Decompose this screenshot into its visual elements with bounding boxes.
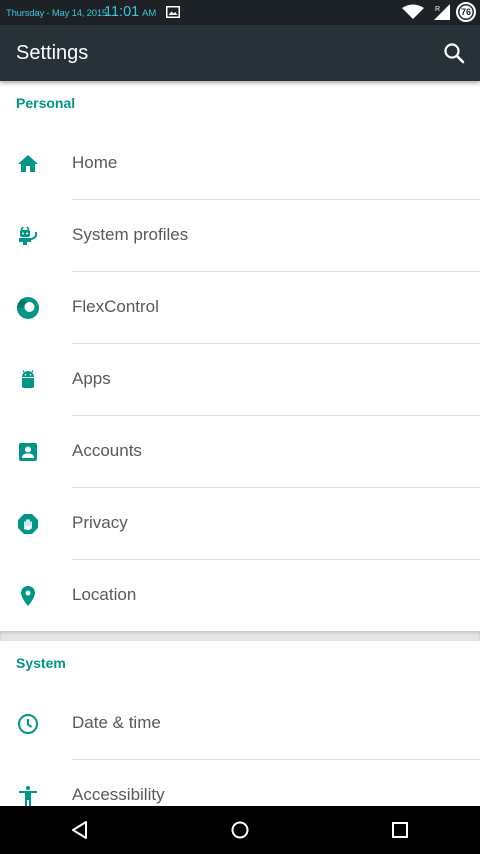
- profiles-icon: [16, 224, 40, 248]
- settings-item-accessibility[interactable]: Accessibility: [0, 760, 480, 806]
- clock-icon: [16, 712, 40, 736]
- settings-item-accounts[interactable]: Accounts: [0, 416, 480, 488]
- settings-item-label: Accounts: [72, 441, 142, 460]
- signal-icon: R: [434, 4, 450, 20]
- status-date: Thursday - May 14, 2015: [6, 8, 108, 19]
- recents-button[interactable]: [388, 818, 412, 842]
- settings-item-location[interactable]: Location: [0, 560, 480, 632]
- settings-item-home[interactable]: Home: [0, 128, 480, 200]
- section-header-system: System: [16, 655, 66, 671]
- home-nav-button[interactable]: [228, 818, 252, 842]
- settings-item-label: Apps: [72, 369, 111, 388]
- android-icon: [16, 368, 40, 392]
- search-icon: [444, 43, 465, 64]
- status-ampm: AM: [142, 8, 157, 19]
- page-title: Settings: [16, 42, 89, 64]
- settings-item-flexcontrol[interactable]: FlexControl: [0, 272, 480, 344]
- svg-text:R: R: [435, 6, 440, 13]
- settings-item-label: Date & time: [72, 713, 161, 732]
- home-icon: [16, 152, 40, 176]
- section-header-personal: Personal: [16, 95, 76, 111]
- accessibility-icon: [16, 784, 40, 806]
- section-divider: [0, 631, 480, 641]
- flexcontrol-icon: [16, 296, 40, 320]
- privacy-hand-icon: [16, 512, 40, 536]
- settings-item-label: System profiles: [72, 225, 189, 244]
- image-notification-icon: [166, 6, 180, 18]
- search-button[interactable]: [438, 37, 470, 69]
- settings-item-label: Home: [72, 153, 118, 172]
- back-button[interactable]: [68, 818, 92, 842]
- back-icon: [72, 821, 87, 839]
- settings-item-label: Privacy: [72, 513, 128, 532]
- battery-icon: 76: [456, 2, 476, 22]
- location-pin-icon: [16, 584, 40, 608]
- wifi-icon: [402, 4, 424, 19]
- navigation-bar: [0, 806, 480, 854]
- app-bar: Settings: [0, 25, 480, 81]
- settings-item-privacy[interactable]: Privacy: [0, 488, 480, 560]
- settings-item-date-time[interactable]: Date & time: [0, 688, 480, 760]
- status-bar: Thursday - May 14, 2015 11:01 AM R 76: [0, 0, 480, 25]
- recents-icon: [392, 822, 408, 838]
- settings-item-system-profiles[interactable]: System profiles: [0, 200, 480, 272]
- settings-item-apps[interactable]: Apps: [0, 344, 480, 416]
- settings-item-label: Accessibility: [72, 785, 165, 804]
- home-circle-icon: [231, 821, 249, 839]
- status-time: 11:01: [104, 4, 140, 20]
- account-box-icon: [16, 440, 40, 464]
- settings-list[interactable]: Personal Home System profiles FlexContro…: [0, 81, 480, 806]
- settings-item-label: Location: [72, 585, 137, 604]
- settings-item-label: FlexControl: [72, 297, 159, 316]
